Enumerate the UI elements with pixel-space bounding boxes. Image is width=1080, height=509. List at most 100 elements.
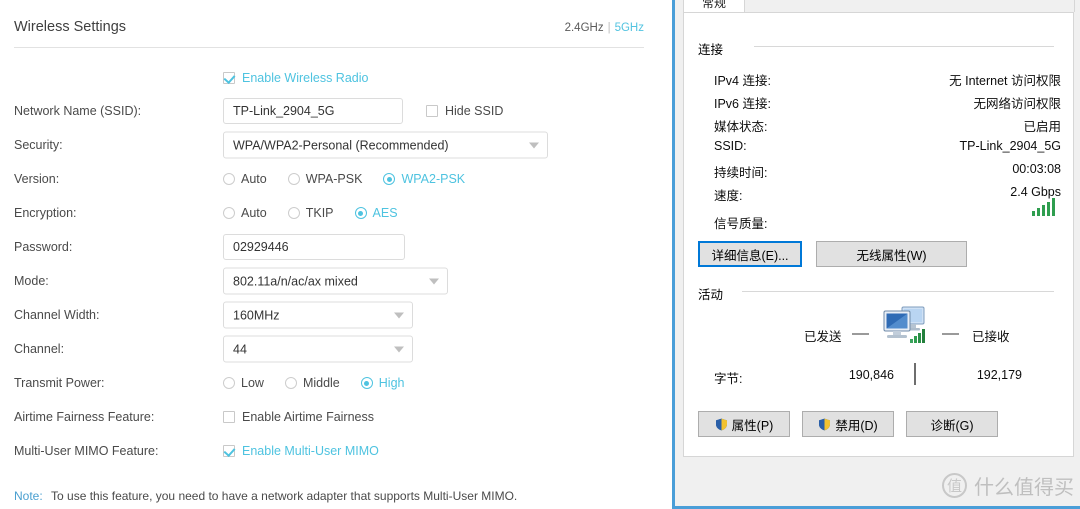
diagnose-button[interactable]: 诊断(G): [906, 411, 998, 437]
bytes-label: 字节:: [714, 372, 743, 386]
properties-button[interactable]: 属性(P): [698, 411, 790, 437]
version-option-auto[interactable]: Auto: [223, 172, 267, 186]
row-security: Security: WPA/WPA2-Personal (Recommended…: [0, 128, 672, 162]
dialog-body: 连接 IPv4 连接: 无 Internet 访问权限 IPv6 连接: 无网络…: [683, 12, 1074, 457]
shield-icon: [715, 418, 728, 431]
transmit-power-option-label: Low: [241, 376, 264, 390]
encryption-option-label: Auto: [241, 206, 267, 220]
bytes-divider: [914, 363, 916, 385]
channel-width-value: 160MHz: [233, 308, 280, 322]
transmit-power-option-low[interactable]: Low: [223, 376, 264, 390]
encryption-option-aes[interactable]: AES: [354, 206, 398, 220]
watermark-text: 什么值得买: [974, 475, 1074, 499]
row-password: Password: 02929446: [0, 230, 672, 264]
transmit-power-option-high[interactable]: High: [360, 376, 405, 390]
version-option-wpa-psk[interactable]: WPA-PSK: [287, 172, 363, 186]
security-label: Security:: [14, 138, 63, 152]
network-computers-icon: [876, 303, 934, 345]
transmit-power-option-middle[interactable]: Middle: [284, 376, 340, 390]
checkbox-icon: [223, 445, 235, 457]
signal-quality-label: 信号质量:: [714, 217, 768, 231]
enable-airtime-fairness-checkbox[interactable]: Enable Airtime Fairness: [223, 410, 374, 424]
media-state-value: 已启用: [1023, 120, 1061, 134]
ipv6-key: IPv6 连接:: [714, 97, 771, 111]
disable-button[interactable]: 禁用(D): [802, 411, 894, 437]
disable-button-label: 禁用(D): [835, 418, 878, 433]
band-5ghz[interactable]: 5GHz: [615, 22, 644, 34]
version-option-label: WPA-PSK: [305, 172, 363, 186]
ssid-label: Network Name (SSID):: [14, 104, 142, 118]
sent-label: 已发送: [804, 330, 842, 344]
version-option-label: Auto: [241, 172, 267, 186]
enable-wireless-radio-checkbox[interactable]: Enable Wireless Radio: [223, 71, 368, 85]
row-version: Version: Auto WPA-PSK WPA2-PSK: [0, 162, 672, 196]
radio-icon: [284, 377, 297, 389]
channel-width-label: Channel Width:: [14, 308, 100, 322]
activity-group-title: 活动: [698, 284, 730, 303]
band-switcher[interactable]: 2.4GHz | 5GHz: [565, 22, 644, 34]
chevron-down-icon: [429, 278, 439, 284]
row-transmit-power: Transmit Power: Low Middle High: [0, 366, 672, 400]
password-input[interactable]: 02929446: [223, 234, 405, 260]
received-dash: [942, 333, 959, 335]
radio-icon: [223, 377, 235, 389]
channel-dropdown[interactable]: 44: [223, 335, 413, 363]
row-ssid: Network Name (SSID): TP-Link_2904_5G Hid…: [0, 94, 672, 128]
page-title: Wireless Settings: [14, 19, 127, 35]
encryption-option-tkip[interactable]: TKIP: [287, 206, 334, 220]
tab-general[interactable]: 常规: [683, 0, 745, 12]
connection-group-divider: [754, 46, 1054, 47]
channel-value: 44: [233, 342, 247, 356]
encryption-option-label: TKIP: [305, 206, 334, 220]
airtime-fairness-label: Airtime Fairness Feature:: [14, 410, 155, 424]
ssid-input[interactable]: TP-Link_2904_5G: [223, 98, 403, 124]
hide-ssid-label: Hide SSID: [445, 104, 504, 118]
details-button[interactable]: 详细信息(E)...: [698, 241, 802, 267]
chevron-down-icon: [394, 312, 404, 318]
speed-key: 速度:: [714, 189, 743, 203]
radio-icon: [360, 377, 373, 389]
watermark: 值 什么值得买: [942, 471, 1074, 500]
mu-mimo-label: Multi-User MIMO Feature:: [14, 444, 159, 458]
hide-ssid-checkbox[interactable]: Hide SSID: [426, 104, 503, 118]
checkbox-icon: [426, 105, 438, 117]
version-option-wpa2-psk[interactable]: WPA2-PSK: [383, 172, 465, 186]
note-body: To use this feature, you need to have a …: [51, 489, 518, 503]
activity-group-divider: [742, 291, 1054, 292]
shield-icon: [818, 418, 831, 431]
password-label: Password:: [14, 240, 73, 254]
chevron-down-icon: [529, 142, 539, 148]
row-channel: Channel: 44: [0, 332, 672, 366]
checkbox-icon: [223, 411, 235, 423]
ssid-key: SSID:: [714, 139, 747, 153]
transmit-power-option-label: Middle: [302, 376, 340, 390]
radio-icon: [287, 173, 300, 185]
mode-label: Mode:: [14, 274, 49, 288]
enable-mu-mimo-checkbox[interactable]: Enable Multi-User MIMO: [223, 444, 379, 458]
mode-dropdown[interactable]: 802.11a/n/ac/ax mixed: [223, 267, 448, 295]
ipv4-value: 无 Internet 访问权限: [949, 74, 1061, 88]
enable-airtime-fairness-label: Enable Airtime Fairness: [242, 410, 375, 424]
radio-icon: [287, 207, 300, 219]
duration-key: 持续时间:: [714, 166, 768, 180]
version-option-label: WPA2-PSK: [401, 172, 466, 186]
watermark-mark: 值: [942, 473, 967, 498]
sent-dash: [852, 333, 869, 335]
ipv4-key: IPv4 连接:: [714, 74, 771, 88]
row-channel-width: Channel Width: 160MHz: [0, 298, 672, 332]
wireless-properties-button[interactable]: 无线属性(W): [816, 241, 967, 267]
channel-width-dropdown[interactable]: 160MHz: [223, 301, 413, 329]
encryption-option-auto[interactable]: Auto: [223, 206, 267, 220]
bytes-sent-value: 190,846: [848, 368, 894, 382]
wifi-status-dialog: 常规 连接 IPv4 连接: 无 Internet 访问权限 IPv6 连接: …: [672, 0, 1080, 509]
transmit-power-label: Transmit Power:: [14, 376, 105, 390]
tabstrip-filler: [745, 0, 1075, 12]
note-text: Note: To use this feature, you need to h…: [14, 489, 517, 503]
properties-button-label: 属性(P): [731, 418, 774, 433]
transmit-power-option-label: High: [378, 376, 405, 390]
note-keyword: Note:: [14, 489, 43, 503]
band-separator: |: [607, 22, 611, 34]
security-dropdown[interactable]: WPA/WPA2-Personal (Recommended): [223, 131, 548, 159]
security-value: WPA/WPA2-Personal (Recommended): [233, 138, 449, 152]
band-2.4ghz[interactable]: 2.4GHz: [565, 22, 604, 34]
